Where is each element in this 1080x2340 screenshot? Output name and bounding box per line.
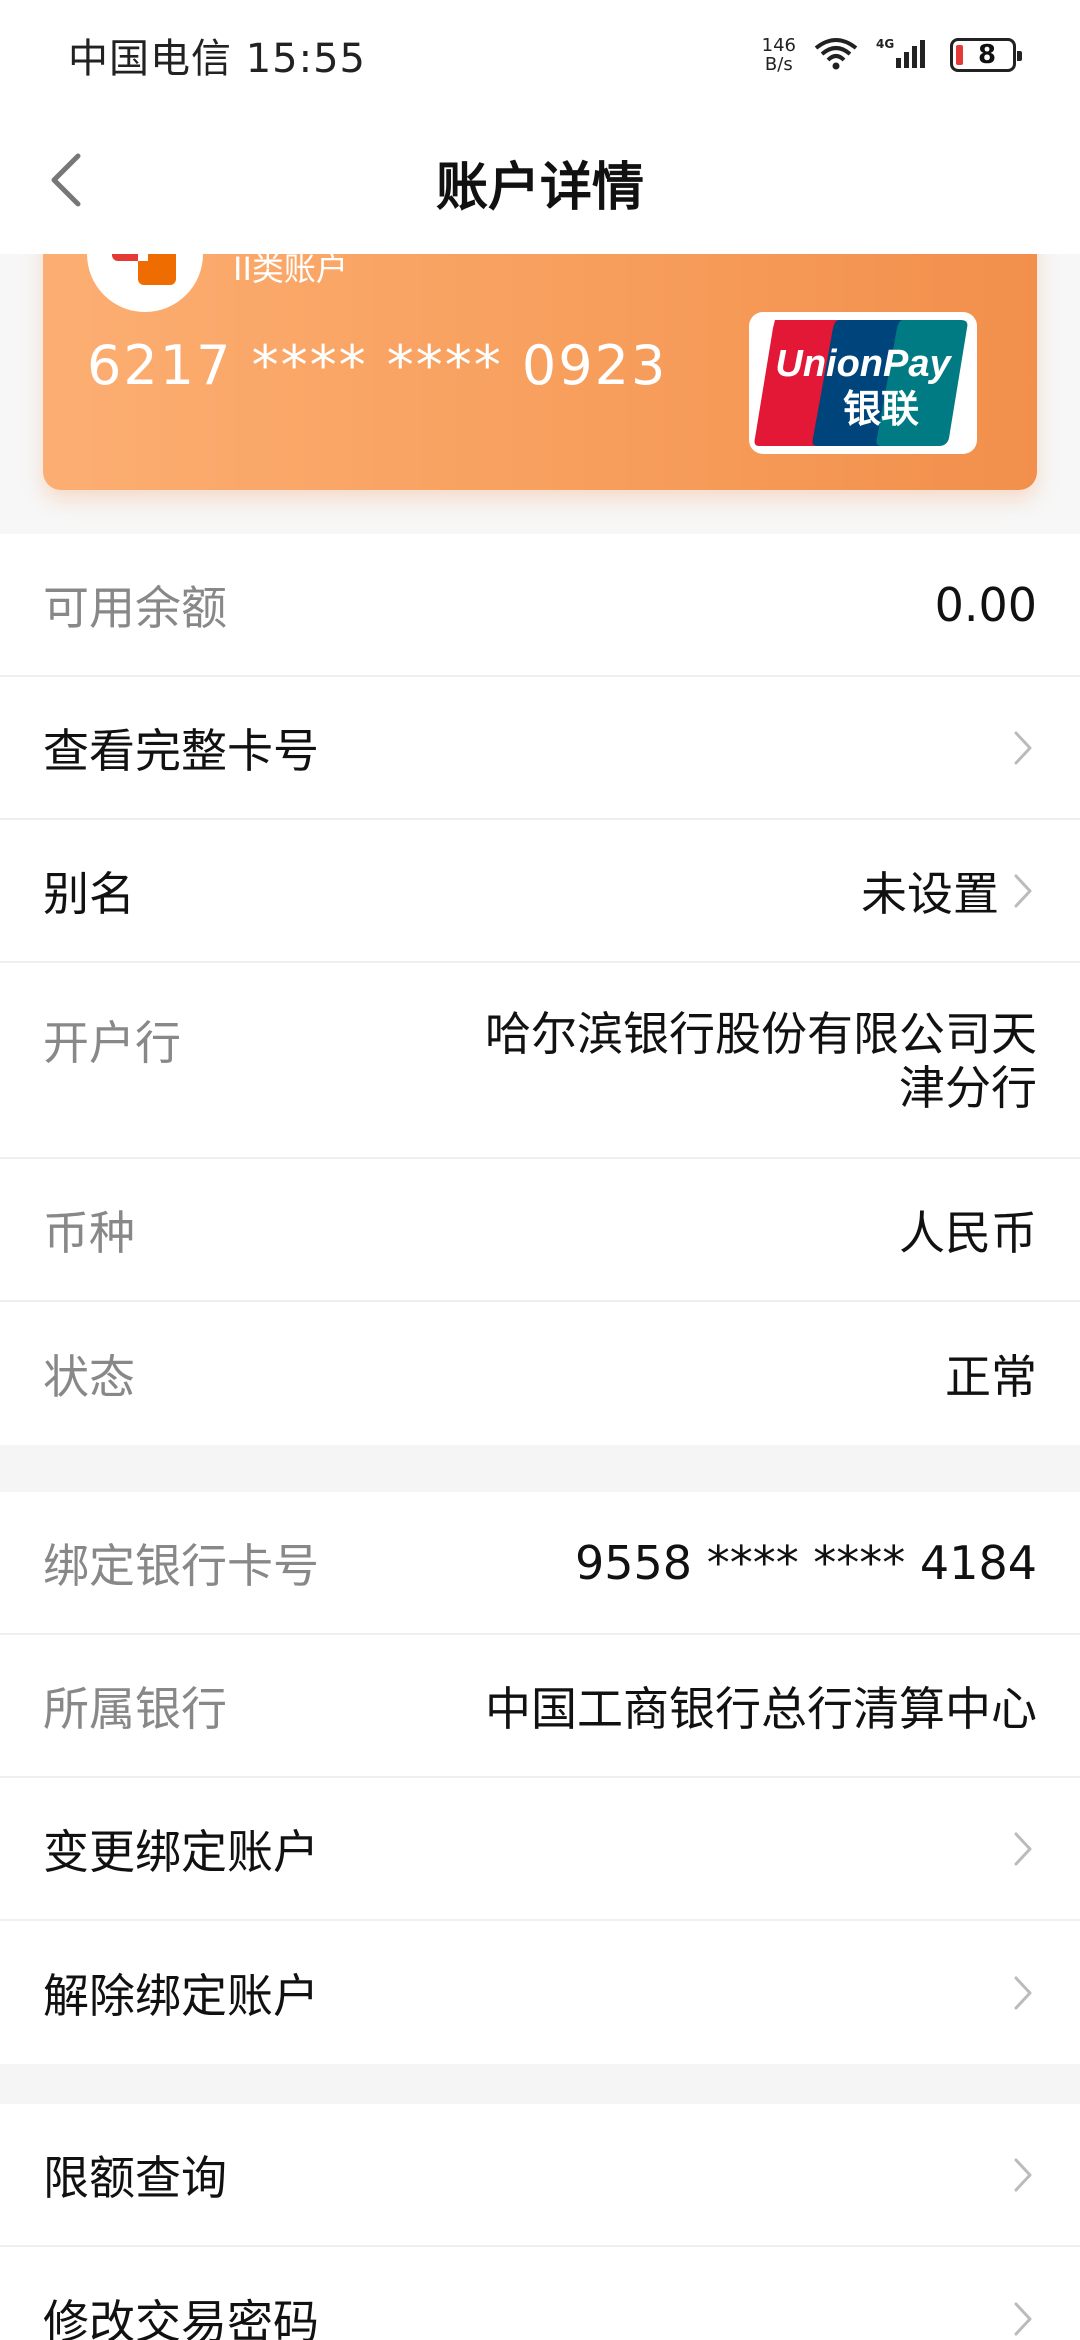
row-alias[interactable]: 别名 未设置: [0, 820, 1080, 963]
row-currency: 币种 人民币: [0, 1159, 1080, 1302]
security-section: 限额查询 修改交易密码: [0, 2104, 1080, 2340]
row-change-trade-password[interactable]: 修改交易密码: [0, 2247, 1080, 2340]
limit-query-label: 限额查询: [43, 2150, 227, 2205]
row-view-full-card-number[interactable]: 查看完整卡号: [0, 677, 1080, 820]
row-bound-card-number: 绑定银行卡号 9558 **** **** 4184: [0, 1492, 1080, 1635]
change-trade-password-label: 修改交易密码: [43, 2294, 319, 2340]
row-opening-bank: 开户行 哈尔滨银行股份有限公司天津分行: [0, 963, 1080, 1159]
status-label: 状态: [43, 1349, 135, 1404]
bank-belong-label: 所属银行: [43, 1681, 227, 1736]
row-unbind-account[interactable]: 解除绑定账户: [0, 1921, 1080, 2064]
bound-account-section: 绑定银行卡号 9558 **** **** 4184 所属银行 中国工商银行总行…: [0, 1492, 1080, 2064]
available-balance-label: 可用余额: [43, 580, 227, 635]
opening-bank-label: 开户行: [43, 1016, 181, 1070]
battery-level: 8: [977, 40, 997, 70]
chevron-right-icon: [1013, 2155, 1037, 2195]
status-bar: 中国电信 15:55 146 B/s 4G 8: [0, 0, 1080, 110]
chevron-left-icon: [48, 152, 84, 212]
alias-label: 别名: [43, 866, 135, 921]
change-bound-account-label: 变更绑定账户: [43, 1824, 319, 1879]
view-full-card-number-label: 查看完整卡号: [43, 723, 319, 778]
row-bank-belong: 所属银行 中国工商银行总行清算中心: [0, 1635, 1080, 1778]
alias-value: 未设置: [861, 866, 999, 921]
unionpay-text: UnionPay: [775, 343, 952, 385]
carrier-time: 中国电信 15:55: [68, 36, 366, 82]
net-speed-unit: B/s: [764, 54, 793, 75]
status-value: 正常: [945, 1349, 1037, 1404]
chevron-right-icon: [1013, 2299, 1037, 2339]
chevron-right-icon: [1013, 728, 1037, 768]
net-speed: 146 B/s: [762, 36, 796, 74]
bank-card[interactable]: II类账户 6217 **** **** 0923 UnionPay 银联: [43, 214, 1037, 490]
currency-value: 人民币: [899, 1205, 1037, 1260]
unionpay-logo: UnionPay 银联: [747, 310, 979, 456]
unbind-account-label: 解除绑定账户: [43, 1968, 319, 2023]
page-title: 账户详情: [435, 157, 644, 218]
bound-card-number-label: 绑定银行卡号: [43, 1538, 319, 1593]
signal-4g-icon: 4G: [876, 36, 932, 74]
card-number: 6217 **** **** 0923: [87, 334, 668, 397]
bound-card-number-value: 9558 **** **** 4184: [575, 1535, 1037, 1590]
chevron-right-icon: [1013, 1973, 1037, 2013]
card-area: II类账户 6217 **** **** 0923 UnionPay 银联: [0, 214, 1080, 534]
chevron-right-icon: [1013, 871, 1037, 911]
account-info-section: 可用余额 0.00 查看完整卡号 别名 未设置 开户行 哈尔滨银行股份有限公司天…: [0, 534, 1080, 1445]
bank-belong-value: 中国工商银行总行清算中心: [485, 1681, 1037, 1736]
row-available-balance: 可用余额 0.00: [0, 534, 1080, 677]
nav-bar: 账户详情: [0, 110, 1080, 254]
available-balance-value: 0.00: [934, 577, 1037, 632]
net-speed-value: 146: [761, 35, 796, 56]
currency-label: 币种: [43, 1205, 135, 1260]
row-limit-query[interactable]: 限额查询: [0, 2104, 1080, 2247]
back-button[interactable]: [36, 152, 96, 212]
unionpay-cn-text: 银联: [843, 387, 919, 431]
opening-bank-value: 哈尔滨银行股份有限公司天津分行: [485, 1007, 1037, 1115]
status-icons: 146 B/s 4G 8: [762, 36, 1022, 74]
screen: 中国电信 15:55 146 B/s 4G 8 账户详情 II类账户 6217 …: [0, 0, 1080, 2340]
battery-icon: 8: [950, 38, 1022, 72]
wifi-icon: [814, 36, 858, 74]
svg-text:4G: 4G: [876, 37, 894, 51]
chevron-right-icon: [1013, 1829, 1037, 1869]
row-status: 状态 正常: [0, 1302, 1080, 1445]
row-change-bound-account[interactable]: 变更绑定账户: [0, 1778, 1080, 1921]
